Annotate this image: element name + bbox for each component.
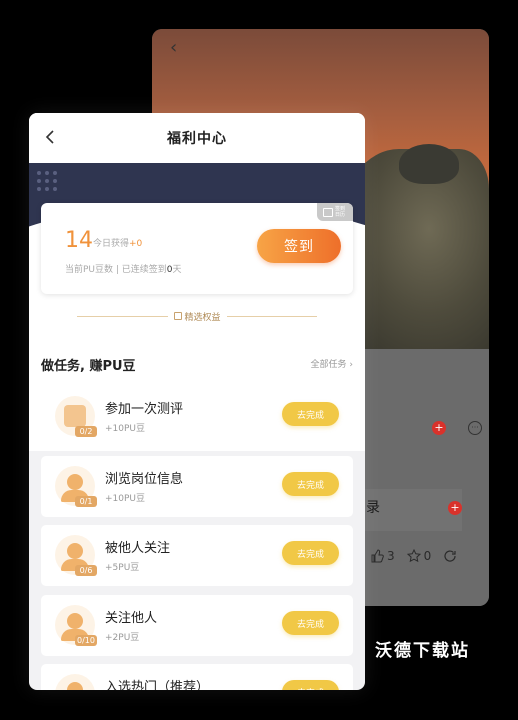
- task-item: 0/2 参加一次测评 +10PU豆 去完成: [41, 386, 353, 447]
- follow-plus-icon[interactable]: +: [432, 421, 446, 435]
- featured-benefits-label[interactable]: 精选权益: [173, 310, 221, 323]
- share-button[interactable]: [443, 549, 457, 563]
- calendar-icon[interactable]: 签到日历: [317, 203, 353, 221]
- background-back-icon[interactable]: ‹: [170, 37, 177, 58]
- points-count: 14: [65, 228, 93, 253]
- back-arrow-icon[interactable]: [43, 127, 59, 147]
- points-subtitle: 当前PU豆数 | 已连续签到0天: [65, 265, 182, 275]
- go-complete-button[interactable]: 去完成: [282, 472, 339, 496]
- task-reward: +2PU豆: [105, 633, 140, 643]
- points-card: 签到日历 14 今日获得+0 当前PU豆数 | 已连续签到0天 签到: [41, 203, 353, 294]
- task-name: 入选热门（推荐）: [105, 680, 210, 690]
- go-complete-button[interactable]: 去完成: [282, 680, 339, 690]
- nav-bar: 福利中心: [29, 113, 365, 163]
- chevron-right-icon: ›: [349, 360, 353, 370]
- go-complete-button[interactable]: 去完成: [282, 611, 339, 635]
- background-actions: 3 0: [370, 549, 457, 563]
- task-progress: 0/6: [75, 565, 97, 576]
- all-tasks-link[interactable]: 全部任务 ›: [311, 357, 354, 370]
- dots-decoration: [37, 171, 57, 191]
- task-reward: +10PU豆: [105, 424, 146, 434]
- watermark: 沃德下载站: [375, 641, 470, 661]
- task-item: 0/6 被他人关注 +5PU豆 去完成: [41, 525, 353, 586]
- task-name: 关注他人: [105, 611, 158, 626]
- featured-benefits-divider: 精选权益: [77, 309, 318, 323]
- task-progress: 0/10: [75, 635, 97, 646]
- thumb-icon: [173, 312, 182, 320]
- thumb-up-icon: [371, 549, 384, 563]
- favorite-button[interactable]: 0: [406, 549, 432, 563]
- sign-in-button[interactable]: 签到: [257, 229, 341, 263]
- task-name: 被他人关注: [105, 541, 171, 556]
- fire-icon: [55, 674, 95, 690]
- tasks-title: 做任务, 赚PU豆: [41, 359, 136, 374]
- helmet: [399, 144, 459, 184]
- task-reward: +10PU豆: [105, 494, 146, 504]
- task-name: 参加一次测评: [105, 402, 184, 417]
- task-item: 0/10 关注他人 +2PU豆 去完成: [41, 595, 353, 656]
- today-gain: 今日获得+0: [93, 239, 143, 249]
- star-count: 0: [423, 549, 432, 563]
- task-item: 0/1 浏览岗位信息 +10PU豆 去完成: [41, 456, 353, 517]
- more-icon[interactable]: ···: [468, 421, 482, 435]
- welfare-center-screen: 福利中心 签到日历 14 今日获得+0 当前PU豆数 | 已连续签到0天 签到 …: [29, 113, 365, 690]
- tasks-header: 做任务, 赚PU豆 全部任务 ›: [29, 339, 365, 383]
- page-title: 福利中心: [167, 131, 227, 147]
- task-reward: +5PU豆: [105, 563, 140, 573]
- task-progress: 0/1: [75, 496, 97, 507]
- go-complete-button[interactable]: 去完成: [282, 402, 339, 426]
- like-button[interactable]: 3: [370, 549, 395, 563]
- task-name: 浏览岗位信息: [105, 472, 184, 487]
- task-item: 入选热门（推荐） 去完成: [41, 664, 353, 690]
- background-partial-text: 录: [366, 500, 380, 516]
- like-count: 3: [387, 549, 395, 563]
- task-progress: 0/2: [75, 426, 97, 437]
- go-complete-button[interactable]: 去完成: [282, 541, 339, 565]
- refresh-share-icon: [444, 550, 456, 562]
- star-icon: [406, 549, 421, 563]
- add-plus-icon[interactable]: +: [448, 501, 462, 515]
